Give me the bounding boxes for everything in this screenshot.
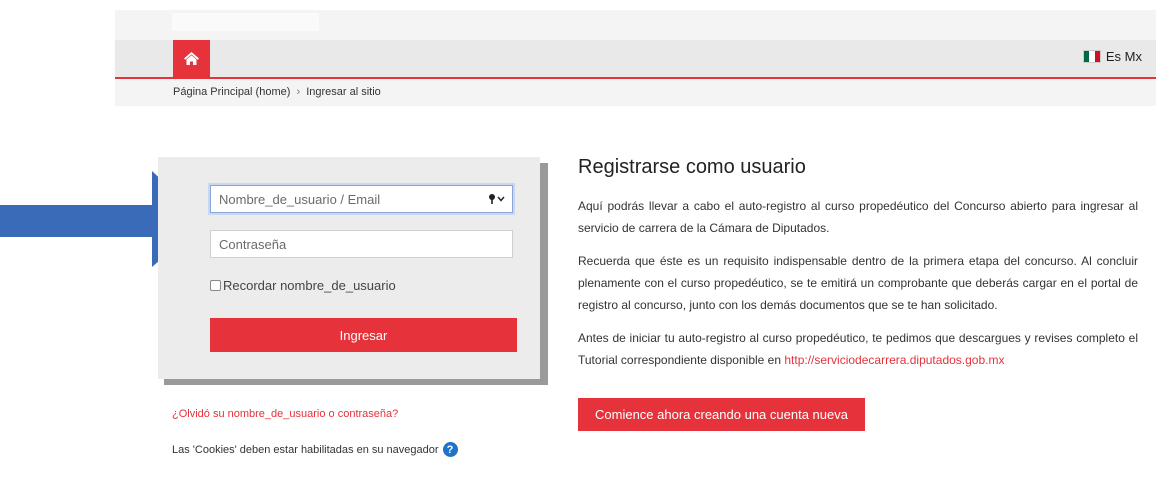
breadcrumb-bar: Página Principal (home) › Ingresar al si… <box>115 79 1156 106</box>
remember-username: Recordar nombre_de_usuario <box>210 278 396 293</box>
register-title: Registrarse como usuario <box>578 156 806 178</box>
breadcrumb-separator: › <box>296 86 301 98</box>
home-icon <box>184 52 199 65</box>
key-dropdown-icon[interactable] <box>488 193 506 205</box>
create-account-button[interactable]: Comience ahora creando una cuenta nueva <box>578 398 865 431</box>
username-input[interactable] <box>210 185 513 213</box>
mexico-flag-icon <box>1082 50 1101 63</box>
forgot-credentials-link[interactable]: ¿Olvidó su nombre_de_usuario o contraseñ… <box>172 408 398 420</box>
password-input[interactable] <box>210 230 513 258</box>
remember-checkbox[interactable] <box>210 280 221 291</box>
login-button[interactable]: Ingresar <box>210 318 517 352</box>
navbar: Es Mx <box>115 40 1156 79</box>
remember-label: Recordar nombre_de_usuario <box>223 278 396 293</box>
top-strip <box>115 10 1156 40</box>
servicio-carrera-link[interactable]: http://serviciodecarrera.diputados.gob.m… <box>784 353 1004 367</box>
breadcrumb: Página Principal (home) › Ingresar al si… <box>173 86 381 98</box>
language-selector[interactable]: Es Mx <box>1082 49 1142 64</box>
cookies-notice-text: Las 'Cookies' deben estar habilitadas en… <box>172 443 439 456</box>
language-label: Es Mx <box>1105 49 1142 64</box>
cookies-notice: Las 'Cookies' deben estar habilitadas en… <box>172 442 458 457</box>
register-section: Registrarse como usuario Aquí podrás lle… <box>578 156 1138 431</box>
register-paragraph-2: Recuerda que éste es un requisito indisp… <box>578 254 1138 312</box>
login-panel: Recordar nombre_de_usuario Ingresar <box>158 157 540 379</box>
breadcrumb-current: Ingresar al sitio <box>306 86 381 98</box>
top-strip-box <box>172 13 319 31</box>
breadcrumb-home-link[interactable]: Página Principal (home) <box>173 86 290 98</box>
help-icon[interactable]: ? <box>442 442 458 457</box>
register-paragraph-3: Antes de iniciar tu auto-registro al cur… <box>578 327 1138 371</box>
register-paragraph-1: Aquí podrás llevar a cabo el auto-regist… <box>578 199 1138 235</box>
home-button[interactable] <box>173 40 210 77</box>
